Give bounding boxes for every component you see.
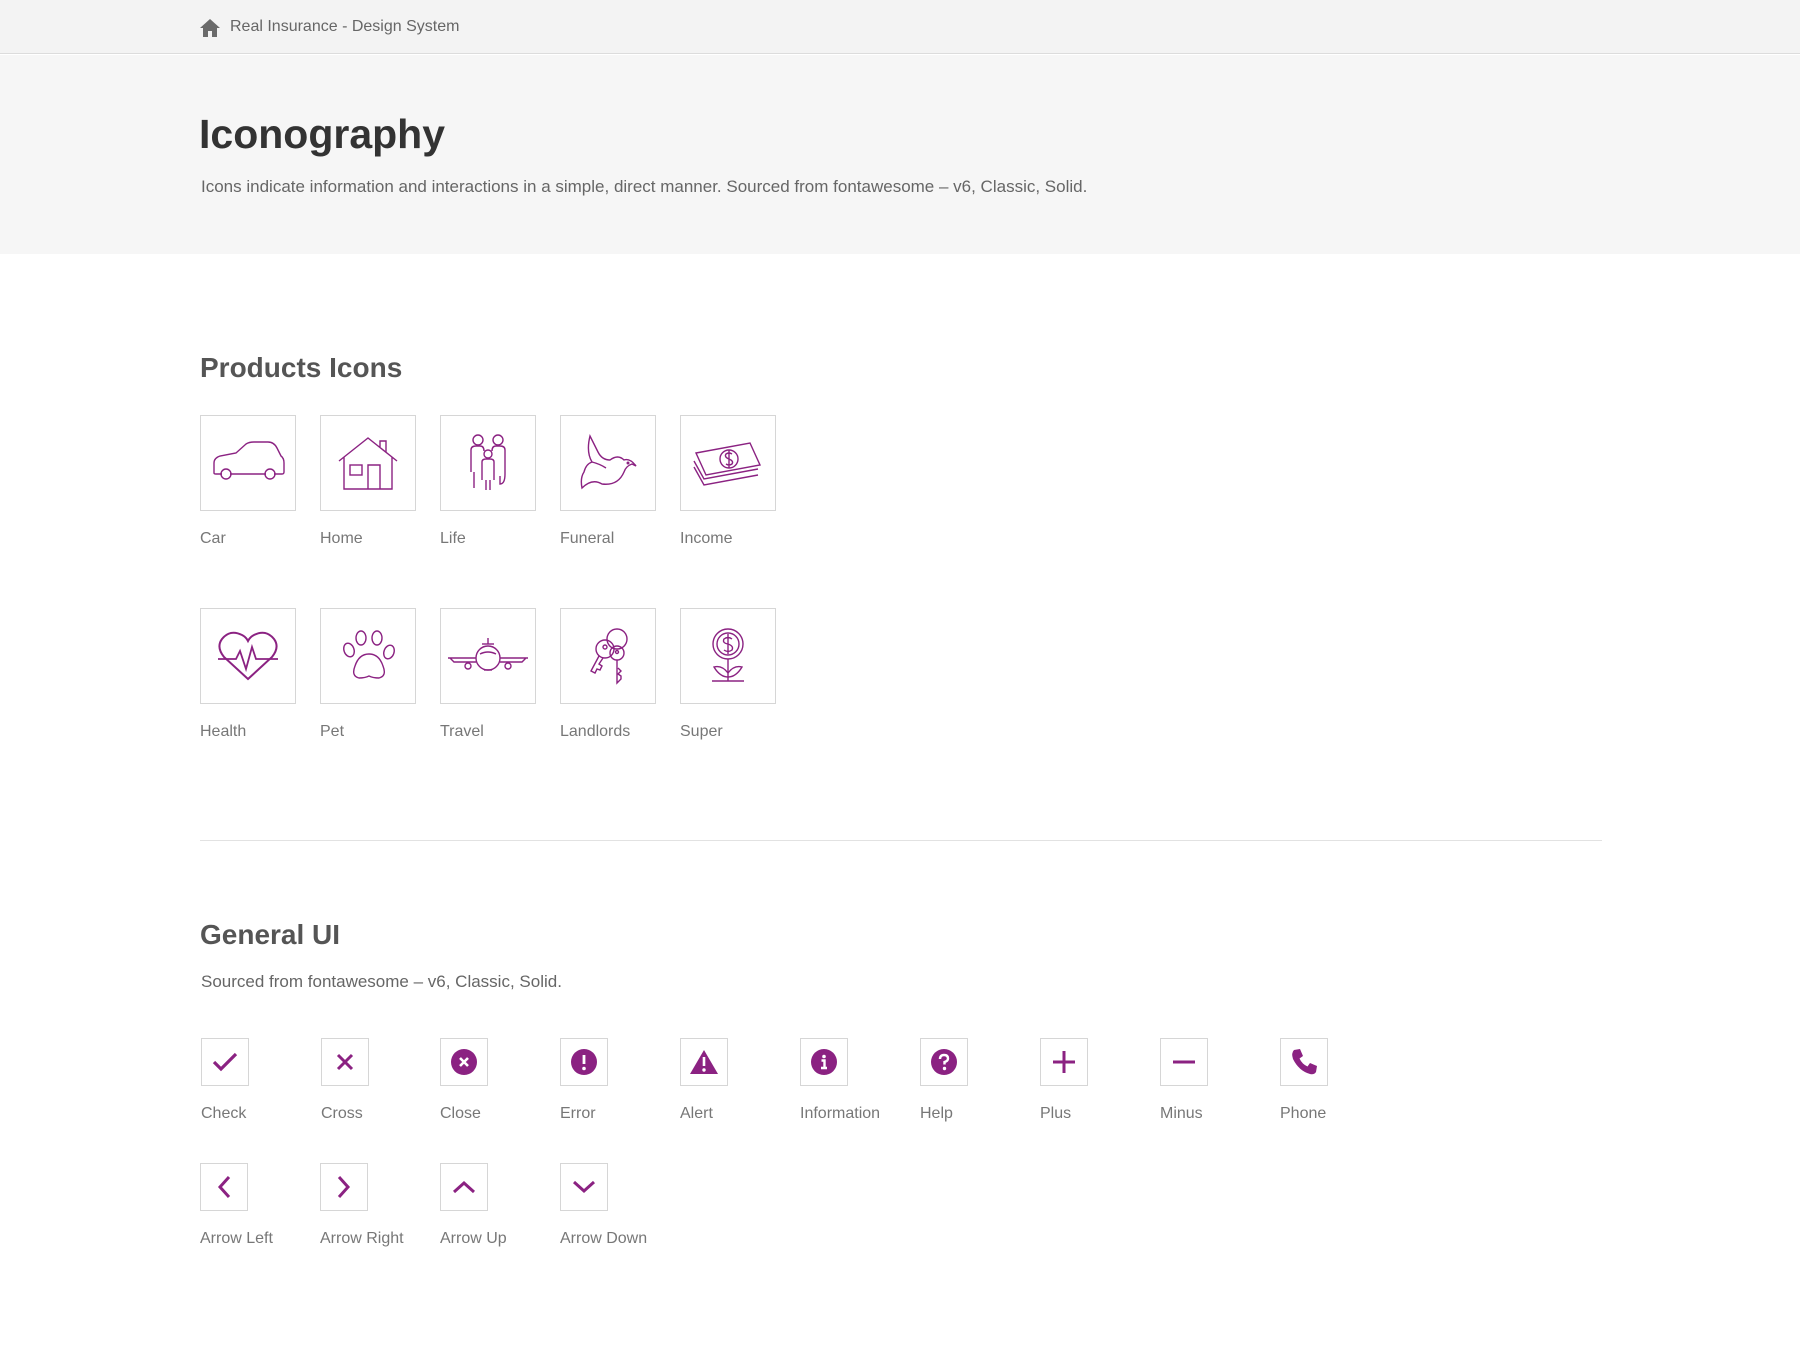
help-circle-icon	[931, 1049, 957, 1075]
information-circle-icon	[811, 1049, 837, 1075]
general-section-subtitle: Sourced from fontawesome – v6, Classic, …	[201, 972, 562, 991]
ui-label: Close	[440, 1105, 481, 1122]
ui-label: Minus	[1160, 1105, 1203, 1122]
product-icon-tile-life	[440, 415, 536, 511]
cross-icon	[336, 1053, 354, 1071]
arrow-up-icon	[452, 1180, 476, 1194]
house-icon	[338, 437, 398, 490]
product-label: Health	[200, 723, 247, 740]
money-icon	[693, 442, 762, 486]
ui-icon-tile-close	[440, 1038, 488, 1086]
ui-label: Alert	[680, 1105, 713, 1122]
error-circle-icon	[571, 1049, 597, 1075]
ui-icon-tile-cross	[321, 1038, 369, 1086]
product-icon-tile-travel	[440, 608, 536, 704]
product-label: Life	[440, 530, 466, 547]
product-label: Landlords	[560, 723, 631, 740]
general-section-title: General UI	[200, 919, 341, 950]
product-label: Travel	[440, 723, 484, 740]
ui-icon-tile-phone	[1280, 1038, 1328, 1086]
ui-label: Arrow Left	[200, 1230, 273, 1247]
ui-label: Check	[201, 1105, 247, 1122]
arrow-down-icon	[572, 1180, 596, 1194]
ui-label: Error	[560, 1105, 596, 1122]
product-label: Funeral	[560, 530, 615, 547]
product-label: Home	[320, 530, 363, 547]
ui-label: Phone	[1280, 1105, 1327, 1122]
ui-icon-tile-information	[800, 1038, 848, 1086]
product-label: Income	[680, 530, 733, 547]
arrow-left-icon	[217, 1175, 231, 1199]
ui-label: Arrow Down	[560, 1230, 648, 1247]
home-icon[interactable]	[199, 18, 221, 38]
family-icon	[470, 434, 506, 490]
ui-label: Arrow Right	[320, 1230, 404, 1247]
product-icon-tile-super	[680, 608, 776, 704]
ui-label: Plus	[1040, 1105, 1072, 1122]
ui-label: Cross	[321, 1105, 363, 1122]
product-label: Car	[200, 530, 226, 547]
minus-icon	[1173, 1060, 1195, 1064]
arrow-right-icon	[337, 1175, 351, 1199]
product-icon-tile-income	[680, 415, 776, 511]
ui-icon-tile-error	[560, 1038, 608, 1086]
ui-icon-tile-arrow-up	[440, 1163, 488, 1211]
section-divider	[200, 840, 1602, 841]
product-icon-tile-pet	[320, 608, 416, 704]
heart-pulse-icon	[218, 631, 278, 681]
page-description: Icons indicate information and interacti…	[201, 177, 1088, 196]
ui-label: Arrow Up	[440, 1230, 507, 1247]
plus-icon	[1053, 1051, 1075, 1073]
paw-icon	[343, 630, 395, 679]
page-header: Iconography Icons indicate information a…	[0, 55, 1800, 254]
alert-triangle-icon	[690, 1050, 718, 1074]
product-icon-tile-health	[200, 608, 296, 704]
close-circle-icon	[451, 1049, 477, 1075]
product-icon-tile-landlords	[560, 608, 656, 704]
keys-icon	[590, 628, 628, 685]
products-section-title: Products Icons	[200, 352, 403, 383]
breadcrumb[interactable]: Real Insurance - Design System	[230, 17, 459, 37]
ui-icon-tile-plus	[1040, 1038, 1088, 1086]
car-icon	[213, 441, 285, 480]
ui-icon-tile-alert	[680, 1038, 728, 1086]
product-icon-tile-home	[320, 415, 416, 511]
ui-icon-tile-arrow-down	[560, 1163, 608, 1211]
check-icon	[212, 1052, 238, 1072]
product-label: Super	[680, 723, 723, 740]
plane-icon	[448, 638, 528, 671]
ui-icon-tile-minus	[1160, 1038, 1208, 1086]
ui-icon-tile-arrow-left	[200, 1163, 248, 1211]
ui-icon-tile-help	[920, 1038, 968, 1086]
phone-icon	[1292, 1049, 1317, 1075]
product-label: Pet	[320, 723, 345, 740]
top-bar: Real Insurance - Design System	[0, 0, 1800, 54]
product-icon-tile-funeral	[560, 415, 656, 511]
ui-icon-tile-arrow-right	[320, 1163, 368, 1211]
ui-icon-tile-check	[201, 1038, 249, 1086]
product-icon-tile-car	[200, 415, 296, 511]
ui-label: Information	[800, 1105, 881, 1122]
dove-icon	[580, 434, 637, 490]
money-plant-icon	[712, 628, 744, 682]
ui-label: Help	[920, 1105, 953, 1122]
page-title: Iconography	[199, 111, 446, 157]
